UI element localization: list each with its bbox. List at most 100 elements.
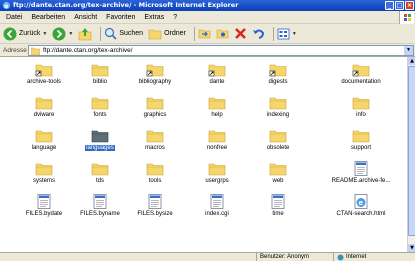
maximize-button[interactable]: □ <box>395 1 404 10</box>
file-name: bibliography <box>138 79 172 85</box>
file-name: info <box>356 112 366 118</box>
file-item[interactable]: digests <box>246 62 310 85</box>
document-icon <box>146 194 164 209</box>
file-item[interactable]: e CTAN-search.html <box>322 194 400 217</box>
file-name: FILES.bydate <box>25 211 63 217</box>
status-bar: Benutzer: Anonym Internet <box>0 252 415 261</box>
file-item[interactable]: FILES.bydate <box>12 194 76 217</box>
svg-text:e: e <box>358 199 363 207</box>
copy-to-icon <box>216 29 229 39</box>
vertical-scrollbar[interactable]: ▲ ▼ <box>407 57 415 252</box>
folders-button[interactable]: Ordner <box>148 28 186 40</box>
minimize-button[interactable]: _ <box>385 1 394 10</box>
folder-icon <box>352 128 370 143</box>
close-button[interactable]: × <box>405 1 414 10</box>
address-label: Adresse <box>3 47 27 54</box>
file-item[interactable]: bibliography <box>123 62 187 85</box>
folder-icon <box>35 95 53 110</box>
back-label: Zurück <box>19 30 41 37</box>
views-button[interactable]: ▼ <box>277 28 297 40</box>
toolbar-separator <box>193 26 195 41</box>
move-to-icon <box>198 29 211 39</box>
file-name: time <box>272 211 284 217</box>
delete-button[interactable] <box>234 27 247 40</box>
scroll-up-icon[interactable]: ▲ <box>408 57 415 65</box>
file-name: tools <box>148 178 162 184</box>
file-item[interactable]: obsolete <box>246 128 310 151</box>
file-item[interactable]: nonfree <box>185 128 249 151</box>
file-item[interactable]: support <box>322 128 400 151</box>
file-item[interactable]: language <box>12 128 76 151</box>
file-name: obsolete <box>266 145 290 151</box>
file-item[interactable]: tools <box>123 161 187 184</box>
file-name: documentation <box>341 79 381 85</box>
search-icon <box>105 27 117 40</box>
search-button[interactable]: Suchen <box>104 27 143 40</box>
title-bar: e ftp://dante.ctan.org/tex-archive/ - Mi… <box>0 0 415 11</box>
views-dropdown-icon[interactable]: ▼ <box>292 31 297 37</box>
up-button[interactable] <box>78 27 92 41</box>
svg-text:e: e <box>4 3 8 10</box>
toolbar: Zurück ▼ ▼ Suchen Ordner ▼ <box>0 24 415 44</box>
folder-icon <box>91 128 109 143</box>
file-name: macros <box>145 145 165 151</box>
forward-button[interactable]: ▼ <box>52 27 73 41</box>
forward-dropdown-icon[interactable]: ▼ <box>68 31 73 37</box>
address-dropdown-icon[interactable]: ▼ <box>404 46 413 55</box>
file-item[interactable]: index.cgi <box>185 194 249 217</box>
folder-icon <box>35 128 53 143</box>
scrollbar-thumb[interactable] <box>408 66 415 236</box>
toolbar-separator <box>272 26 274 41</box>
folder-shortcut-icon <box>269 62 287 77</box>
html-document-icon: e <box>352 194 370 209</box>
move-to-button[interactable] <box>198 27 211 40</box>
menu-datei[interactable]: Datei <box>6 13 22 22</box>
back-button[interactable]: Zurück ▼ <box>3 27 47 41</box>
menu-help[interactable]: ? <box>173 13 177 22</box>
file-item[interactable]: systems <box>12 161 76 184</box>
file-name: README.archive-fe... <box>331 178 391 184</box>
folder-icon <box>208 128 226 143</box>
file-item[interactable]: documentation <box>322 62 400 85</box>
folder-icon <box>269 161 287 176</box>
file-name: CTAN-search.html <box>336 211 386 217</box>
menu-ansicht[interactable]: Ansicht <box>74 13 97 22</box>
folder-shortcut-icon <box>35 62 53 77</box>
file-item[interactable]: info <box>322 95 400 118</box>
file-item[interactable]: dante <box>185 62 249 85</box>
document-icon <box>35 194 53 209</box>
file-item[interactable]: help <box>185 95 249 118</box>
scroll-down-icon[interactable]: ▼ <box>408 244 415 252</box>
document-icon <box>352 161 370 176</box>
file-item[interactable]: time <box>246 194 310 217</box>
file-item[interactable]: FILES.bysize <box>123 194 187 217</box>
folder-icon <box>146 95 164 110</box>
document-icon <box>269 194 287 209</box>
file-item[interactable]: indexing <box>246 95 310 118</box>
folder-shortcut-icon <box>146 62 164 77</box>
file-name: nonfree <box>206 145 228 151</box>
document-icon <box>91 194 109 209</box>
menu-favoriten[interactable]: Favoriten <box>106 13 135 22</box>
address-field[interactable]: ftp://dante.ctan.org/tex-archive/ ▼ <box>28 45 414 56</box>
file-item[interactable]: web <box>246 161 310 184</box>
folder-icon <box>91 95 109 110</box>
undo-button[interactable] <box>252 27 265 40</box>
file-item[interactable]: macros <box>123 128 187 151</box>
file-item[interactable]: graphics <box>123 95 187 118</box>
file-item[interactable]: usergrps <box>185 161 249 184</box>
file-item[interactable]: dviware <box>12 95 76 118</box>
folder-up-icon <box>79 27 92 40</box>
file-name: FILES.bysize <box>137 211 173 217</box>
forward-arrow-icon <box>52 27 66 40</box>
menu-bearbeiten[interactable]: Bearbeiten <box>31 13 65 22</box>
toolbar-separator <box>100 26 102 41</box>
copy-to-button[interactable] <box>216 27 229 40</box>
undo-icon <box>252 29 264 39</box>
file-item[interactable]: archive-tools <box>12 62 76 85</box>
file-item[interactable]: README.archive-fe... <box>322 161 400 184</box>
back-dropdown-icon[interactable]: ▼ <box>42 31 47 37</box>
menu-extras[interactable]: Extras <box>144 13 164 22</box>
status-user: Benutzer: Anonym <box>256 253 333 261</box>
ftp-folder-icon <box>31 47 40 55</box>
